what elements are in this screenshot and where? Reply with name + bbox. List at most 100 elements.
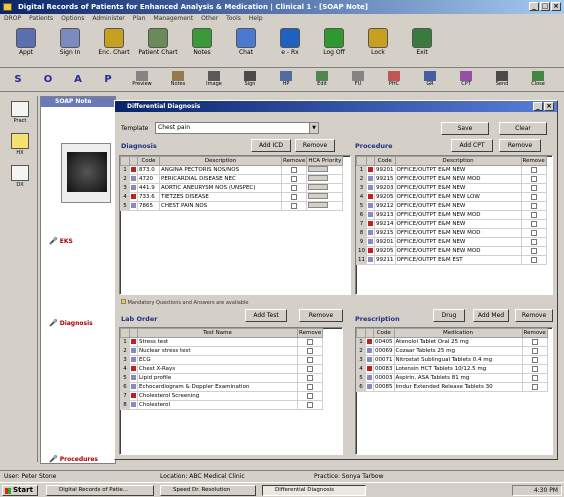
- table-row[interactable]: 1 873.0 ANGINA PECTORIS NOS/NOS: [120, 165, 344, 175]
- table-row[interactable]: 6 00085 Imdur Extended Release Tablets 30: [356, 382, 548, 392]
- remove-checkbox[interactable]: [530, 220, 537, 227]
- remove-checkbox[interactable]: [530, 202, 537, 209]
- table-row[interactable]: 3 ECG: [120, 355, 324, 365]
- clear-button[interactable]: Clear: [499, 122, 547, 135]
- table-row[interactable]: 3 00071 Nitrostat Sublingual Tablets 0.4 m…: [356, 355, 548, 365]
- diagnosis-grid[interactable]: Code Description Remove HCA Priority 1 87…: [119, 155, 351, 295]
- table-row[interactable]: 10 99205 OFFICE/OUTPT E&M NEW MOD: [356, 246, 547, 256]
- remove-checkbox[interactable]: [530, 184, 537, 191]
- remove-diagnosis-button[interactable]: Remove: [295, 139, 335, 152]
- menu-item[interactable]: Patients: [29, 14, 53, 24]
- toolbar-button[interactable]: Appt: [6, 26, 46, 66]
- remove-checkbox[interactable]: [307, 365, 314, 372]
- remove-checkbox[interactable]: [291, 202, 298, 209]
- column-header[interactable]: Code: [137, 156, 160, 166]
- table-row[interactable]: 5 7865 CHEST PAIN NOS: [120, 201, 344, 211]
- priority-dropdown[interactable]: [308, 193, 329, 199]
- minimize-button[interactable]: _: [529, 2, 539, 11]
- column-header[interactable]: Description: [159, 156, 282, 166]
- remove-checkbox[interactable]: [530, 247, 537, 254]
- table-row[interactable]: 6 99213 OFFICE/OUTPT E&M NEW MOD: [356, 210, 547, 220]
- remove-checkbox[interactable]: [530, 229, 537, 236]
- column-header[interactable]: Code: [373, 328, 395, 338]
- maximize-button[interactable]: □: [540, 2, 550, 11]
- remove-checkbox[interactable]: [291, 166, 298, 173]
- remove-checkbox[interactable]: [291, 193, 298, 200]
- taskbar-item[interactable]: Digital Records of Patie...: [46, 485, 154, 496]
- soap-toolbar-button[interactable]: FU: [344, 70, 372, 90]
- soap-toolbar-button[interactable]: Send: [488, 70, 516, 90]
- dictation-label-diagnosis[interactable]: Diagnosis: [49, 319, 93, 327]
- soap-toolbar-button[interactable]: Sign: [236, 70, 264, 90]
- soap-toolbar-button[interactable]: Image: [200, 70, 228, 90]
- menu-item[interactable]: DROP: [4, 14, 21, 24]
- table-row[interactable]: 7 Cholesterol Screening: [120, 391, 324, 401]
- table-row[interactable]: 1 Stress test: [120, 337, 324, 347]
- remove-checkbox[interactable]: [307, 392, 314, 399]
- soap-toolbar-button[interactable]: Close: [524, 70, 552, 90]
- column-header[interactable]: Description: [394, 156, 522, 166]
- sidebar-button-history[interactable]: HX: [8, 132, 32, 162]
- save-button[interactable]: Save: [441, 122, 489, 135]
- remove-checkbox[interactable]: [530, 175, 537, 182]
- column-header[interactable]: Code: [374, 156, 396, 166]
- table-row[interactable]: 5 99212 OFFICE/OUTPT E&M NEW: [356, 201, 547, 211]
- column-header[interactable]: HCA Priority: [306, 156, 344, 166]
- column-header[interactable]: Remove: [296, 328, 324, 338]
- menu-item[interactable]: Plan: [133, 14, 146, 24]
- soap-toolbar-button[interactable]: CPT: [452, 70, 480, 90]
- xray-thumbnail[interactable]: [61, 143, 111, 203]
- toolbar-button[interactable]: Enc. Chart: [94, 26, 134, 66]
- table-row[interactable]: 4 Chest X-Rays: [120, 364, 324, 374]
- soap-s-button[interactable]: S: [6, 70, 30, 90]
- column-header[interactable]: Test Name: [137, 328, 298, 338]
- soap-toolbar-button[interactable]: Preview: [128, 70, 156, 90]
- remove-checkbox[interactable]: [307, 338, 314, 345]
- soap-a-button[interactable]: A: [66, 70, 90, 90]
- template-select[interactable]: Chest pain ▼: [155, 122, 319, 134]
- toolbar-button[interactable]: Notes: [182, 26, 222, 66]
- menu-item[interactable]: Tools: [226, 14, 241, 24]
- table-row[interactable]: 8 99215 OFFICE/OUTPT E&M NEW MOD: [356, 228, 547, 238]
- table-row[interactable]: 2 Nuclear stress test: [120, 346, 324, 356]
- table-row[interactable]: 1 00405 Atenolol Tablet Oral 25 mg: [356, 337, 548, 347]
- soap-toolbar-button[interactable]: Edit: [308, 70, 336, 90]
- toolbar-button[interactable]: Patient Chart: [138, 26, 178, 66]
- table-row[interactable]: 8 Cholesterol: [120, 400, 324, 410]
- priority-dropdown[interactable]: [308, 175, 329, 181]
- remove-checkbox[interactable]: [530, 238, 537, 245]
- remove-checkbox[interactable]: [530, 166, 537, 173]
- add-med-button[interactable]: Add Med: [473, 309, 509, 322]
- sidebar-button-diagnosis[interactable]: DX: [8, 164, 32, 194]
- remove-checkbox[interactable]: [530, 193, 537, 200]
- table-row[interactable]: 2 00069 Cozaar Tablets 25 mg: [356, 346, 548, 356]
- table-row[interactable]: 3 441.9 AORTIC ANEURYSM NOS (UNSPEC): [120, 183, 344, 193]
- soap-toolbar-button[interactable]: PHC: [380, 70, 408, 90]
- remove-test-button[interactable]: Remove: [299, 309, 343, 322]
- soap-o-button[interactable]: O: [36, 70, 60, 90]
- remove-checkbox[interactable]: [307, 347, 314, 354]
- close-window-button[interactable]: ×: [551, 2, 561, 11]
- table-row[interactable]: 9 99201 OFFICE/OUTPT E&M NEW: [356, 237, 547, 247]
- taskbar-item[interactable]: Speed Dr. Resolution: [160, 485, 256, 496]
- remove-checkbox[interactable]: [307, 374, 314, 381]
- soap-toolbar-button[interactable]: HP: [272, 70, 300, 90]
- remove-checkbox[interactable]: [307, 401, 314, 408]
- column-header[interactable]: Medication: [393, 328, 523, 338]
- menu-item[interactable]: Management: [154, 14, 194, 24]
- toolbar-button[interactable]: e - Rx: [270, 26, 310, 66]
- taskbar-item-active[interactable]: Differential Diagnosis: [262, 485, 366, 496]
- start-button[interactable]: Start: [2, 485, 38, 496]
- remove-checkbox[interactable]: [531, 347, 538, 354]
- remove-procedure-button[interactable]: Remove: [499, 139, 541, 152]
- remove-checkbox[interactable]: [531, 374, 538, 381]
- remove-med-button[interactable]: Remove: [515, 309, 553, 322]
- table-row[interactable]: 3 99203 OFFICE/OUTPT E&M NEW: [356, 183, 547, 193]
- remove-checkbox[interactable]: [531, 338, 538, 345]
- dictation-label-procedures[interactable]: Procedures: [49, 455, 98, 463]
- menu-item[interactable]: Other: [201, 14, 218, 24]
- remove-checkbox[interactable]: [531, 383, 538, 390]
- column-header[interactable]: Remove: [280, 156, 308, 166]
- menu-item[interactable]: Administer: [92, 14, 124, 24]
- remove-checkbox[interactable]: [530, 256, 537, 263]
